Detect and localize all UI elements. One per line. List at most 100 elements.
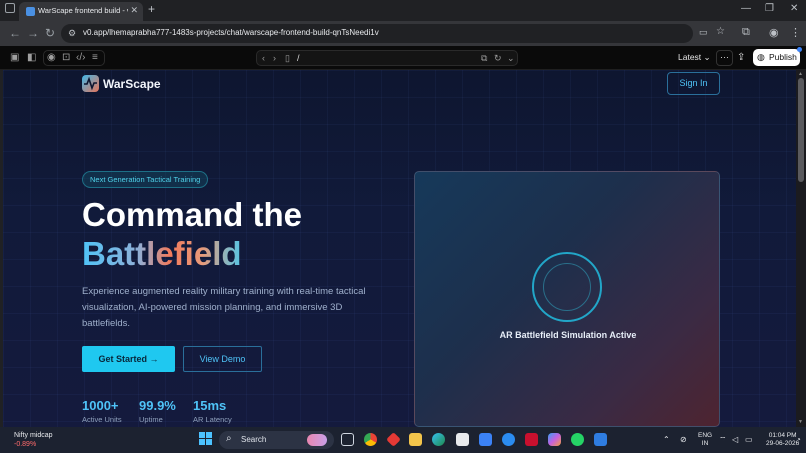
close-window-icon[interactable]: ✕: [790, 3, 798, 14]
page-scrollbar[interactable]: ▲ ▼: [796, 70, 806, 427]
preview-path-bar[interactable]: ‹ › ▯ / ⧉ ↻ ⌄: [256, 50, 518, 66]
website-preview: WarScape Sign In Next Generation Tactica…: [3, 70, 796, 427]
hero-title-line2: Battlefield: [82, 235, 242, 272]
design-icon[interactable]: ⊡: [62, 52, 70, 63]
mcafee-icon[interactable]: [525, 433, 538, 446]
sidebar-toggle-icon[interactable]: ▣: [10, 52, 19, 63]
publish-label: Publish: [769, 52, 797, 62]
open-external-icon[interactable]: ⧉: [481, 53, 487, 64]
browser-tab-bar: WarScape frontend build - v0 b ✕ + — ❐ ✕: [0, 0, 806, 21]
stat-label: Uptime: [139, 415, 163, 424]
stock-ticker-name[interactable]: Nifty midcap: [14, 432, 53, 439]
task-view-icon[interactable]: [341, 433, 354, 446]
hero-description: Experience augmented reality military tr…: [82, 286, 366, 329]
browser-toolbar: ← → ↻ ⚙ v0.app/lhemaprabha777-1483s-proj…: [0, 21, 806, 46]
loading-ring-icon: [532, 252, 602, 322]
version-select[interactable]: Latest ⌄: [678, 52, 711, 63]
profile-icon[interactable]: ◉: [769, 26, 779, 39]
hero-title-line1: Command the: [82, 196, 303, 233]
scroll-up-icon[interactable]: ▲: [798, 71, 803, 77]
extensions-icon[interactable]: ⧉: [742, 26, 750, 39]
code-icon[interactable]: ‹/›: [76, 52, 85, 63]
volume-icon[interactable]: ◁: [732, 435, 738, 444]
stat-value: 15ms: [193, 398, 227, 413]
database-icon[interactable]: ≡: [92, 52, 98, 63]
app-red-icon[interactable]: [386, 432, 401, 447]
file-explorer-icon[interactable]: [409, 433, 422, 446]
region-code: IN: [701, 440, 709, 447]
stat-label: AR Latency: [193, 415, 232, 424]
warscape-logo-icon[interactable]: [82, 75, 99, 92]
address-bar[interactable]: ⚙ v0.app/lhemaprabha777-1483s-projects/c…: [61, 24, 725, 43]
sign-in-button[interactable]: Sign In: [667, 72, 720, 95]
version-label: Latest: [678, 52, 702, 62]
new-tab-icon[interactable]: +: [148, 2, 155, 16]
stat-value: 1000+: [82, 398, 119, 413]
device-icon[interactable]: ▯: [285, 53, 290, 64]
stat-label: Active Units: [82, 415, 122, 424]
system-clock[interactable]: 01:04 PM 29-06-2026: [766, 432, 799, 448]
search-icon: ⌕: [226, 433, 232, 444]
edge-icon[interactable]: [432, 433, 445, 446]
forward-icon[interactable]: →: [27, 26, 39, 40]
globe-icon: ◍: [757, 52, 765, 62]
language-code: ENG: [698, 432, 713, 439]
language-indicator[interactable]: ENG IN: [698, 432, 712, 448]
refresh-icon[interactable]: ↻: [494, 53, 502, 64]
brand-name[interactable]: WarScape: [103, 77, 161, 91]
panel-toggle-icon[interactable]: ◧: [27, 52, 36, 63]
windows-taskbar: Nifty midcap -0.89% ⌕ Search ⌃ ⊘ ENG IN …: [0, 427, 806, 453]
chrome-icon[interactable]: [364, 433, 377, 446]
preview-eye-icon[interactable]: ◉: [47, 52, 56, 63]
tab-search-icon[interactable]: [5, 3, 15, 13]
restore-icon[interactable]: ❐: [765, 3, 774, 14]
notification-off-icon[interactable]: ⊘: [680, 435, 687, 444]
search-label: Search: [241, 435, 267, 444]
v0-favicon-icon: [26, 7, 35, 16]
view-demo-button[interactable]: View Demo: [183, 346, 262, 372]
tab-title: WarScape frontend build - v0 b: [38, 6, 128, 15]
copilot-icon[interactable]: [548, 433, 561, 446]
store-icon[interactable]: [456, 433, 469, 446]
back-icon[interactable]: ←: [9, 26, 21, 40]
taskbar-search[interactable]: ⌕ Search: [219, 431, 334, 449]
publish-button[interactable]: ◍ Publish: [753, 47, 802, 66]
simulation-status: AR Battlefield Simulation Active: [499, 330, 637, 340]
notification-bell-icon[interactable]: ◔: [796, 435, 801, 444]
whatsapp-icon[interactable]: [571, 433, 584, 446]
help-icon[interactable]: [502, 433, 515, 446]
scroll-down-icon[interactable]: ▼: [798, 419, 803, 425]
share-icon[interactable]: ⇪: [737, 52, 745, 63]
v0-toolbar: ▣ ◧ ◉ ⊡ ‹/› ≡ ‹ › ▯ / ⧉ ↻ ⌄ Latest ⌄ ···…: [0, 46, 806, 70]
path-text[interactable]: /: [297, 53, 300, 63]
search-highlight-icon: [307, 434, 327, 446]
close-icon[interactable]: ✕: [130, 5, 138, 16]
install-icon[interactable]: ▭: [699, 27, 708, 38]
scroll-thumb[interactable]: [798, 78, 804, 182]
pulse-icon: [84, 76, 97, 91]
clock-time: 01:04 PM: [768, 432, 797, 439]
menu-icon[interactable]: ⋮: [790, 26, 801, 39]
site-info-icon[interactable]: ⚙: [68, 28, 76, 39]
show-hidden-icons-icon[interactable]: ⌃: [663, 435, 670, 444]
path-dropdown-icon[interactable]: ⌄: [507, 53, 515, 64]
remote-desktop-icon[interactable]: [594, 433, 607, 446]
notification-dot: [797, 47, 802, 52]
battery-icon[interactable]: ▭: [745, 435, 753, 444]
windows-start-icon[interactable]: [199, 432, 212, 445]
more-options-button[interactable]: ···: [716, 50, 733, 66]
wifi-icon[interactable]: ⌔: [719, 435, 727, 445]
url-text[interactable]: v0.app/lhemaprabha777-1483s-projects/cha…: [83, 28, 379, 37]
path-forward-icon[interactable]: ›: [273, 53, 276, 63]
path-back-icon[interactable]: ‹: [262, 53, 265, 63]
minimize-icon[interactable]: —: [741, 3, 751, 14]
mail-icon[interactable]: [479, 433, 492, 446]
browser-tab[interactable]: WarScape frontend build - v0 b ✕: [19, 2, 143, 21]
reload-icon[interactable]: ↻: [45, 26, 55, 40]
ar-simulation-panel: AR Battlefield Simulation Active: [414, 171, 720, 427]
loading-ring-inner: [543, 263, 591, 311]
get-started-button[interactable]: Get Started →: [82, 346, 175, 372]
hero-badge: Next Generation Tactical Training: [82, 171, 209, 188]
bookmark-star-icon[interactable]: ☆: [716, 26, 725, 37]
stock-ticker-change[interactable]: -0.89%: [14, 441, 36, 448]
